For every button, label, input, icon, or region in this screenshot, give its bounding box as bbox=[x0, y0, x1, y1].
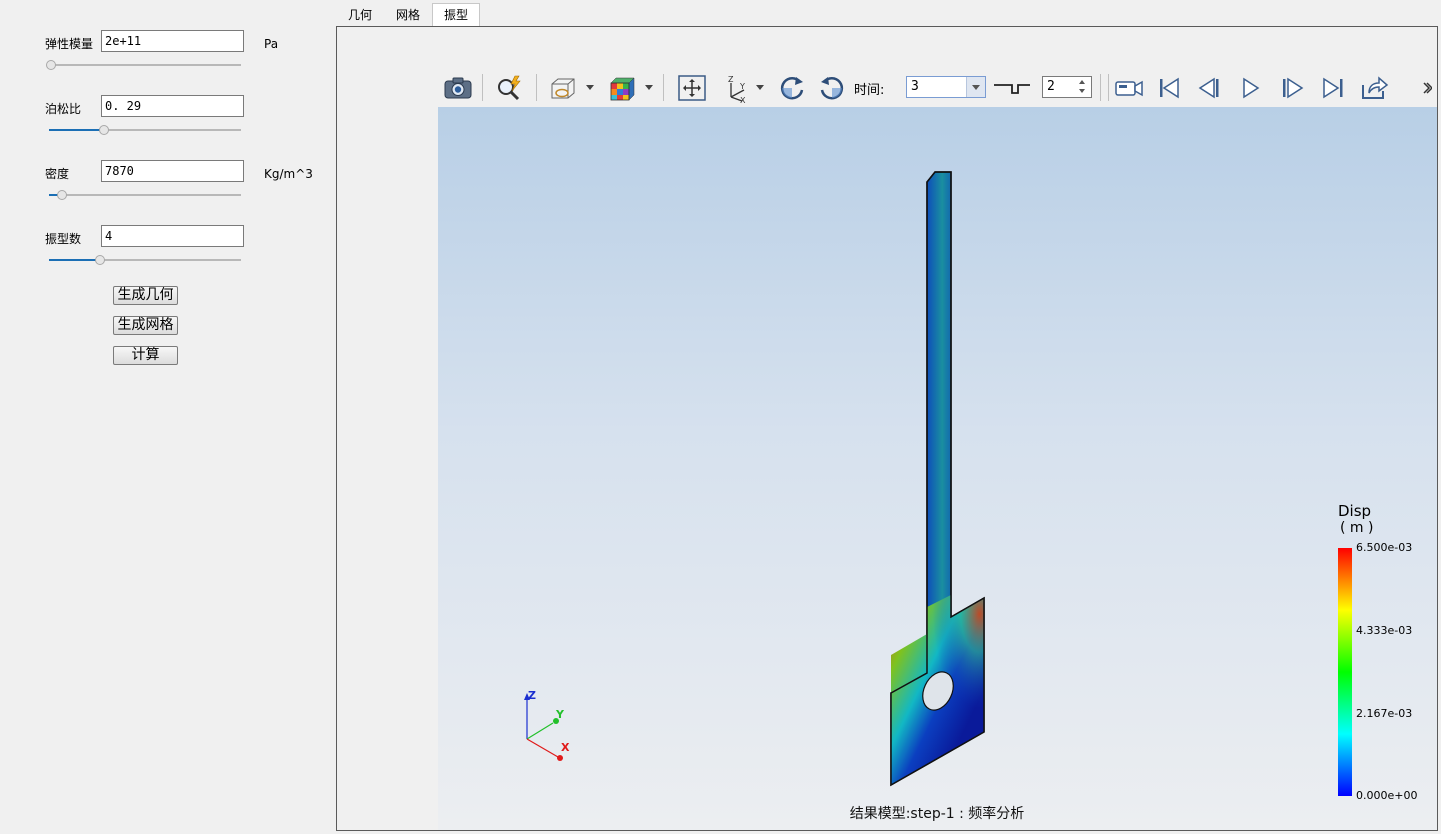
density-input[interactable] bbox=[101, 160, 244, 182]
legend-tick-2: 4.333e-03 bbox=[1356, 624, 1412, 637]
view-toolbar: ZYX 时间: 3 2 bbox=[438, 68, 1437, 107]
prev-frame-icon[interactable] bbox=[1193, 68, 1227, 107]
axis-z-label: Z bbox=[528, 689, 536, 702]
compute-button[interactable]: 计算 bbox=[113, 346, 178, 365]
mode-shape-model bbox=[890, 171, 985, 787]
legend-title: Disp bbox=[1338, 502, 1371, 520]
poisson-input[interactable] bbox=[101, 95, 244, 117]
modulus-slider[interactable] bbox=[46, 59, 241, 71]
modulus-unit: Pa bbox=[264, 37, 279, 51]
poisson-slider[interactable] bbox=[49, 124, 241, 136]
poisson-slider-thumb[interactable] bbox=[98, 125, 109, 135]
time-select[interactable]: 3 bbox=[906, 76, 986, 98]
tab-mode-shape[interactable]: 振型 bbox=[432, 3, 480, 28]
density-label: 密度 bbox=[45, 167, 70, 181]
spin-up-icon[interactable] bbox=[1079, 80, 1085, 84]
step-spinbox-value: 2 bbox=[1047, 79, 1055, 94]
first-frame-icon[interactable] bbox=[1152, 68, 1186, 107]
spin-down-icon[interactable] bbox=[1079, 89, 1085, 93]
color-cube-icon[interactable] bbox=[604, 68, 640, 107]
modes-slider[interactable] bbox=[49, 254, 241, 266]
next-frame-icon[interactable] bbox=[1275, 68, 1309, 107]
camera-icon[interactable] bbox=[440, 68, 476, 107]
density-slider-thumb[interactable] bbox=[57, 190, 68, 200]
generate-geometry-button[interactable]: 生成几何 bbox=[113, 286, 178, 305]
svg-text:Y: Y bbox=[739, 82, 745, 91]
rotate-cw-icon[interactable] bbox=[774, 68, 810, 107]
fit-view-icon[interactable] bbox=[674, 68, 710, 107]
axes-dropdown-caret[interactable] bbox=[756, 85, 764, 90]
modes-label: 振型数 bbox=[45, 232, 82, 246]
time-label: 时间: bbox=[854, 83, 885, 98]
axis-y-label: Y bbox=[555, 708, 565, 721]
modes-slider-thumb[interactable] bbox=[94, 255, 105, 265]
density-slider[interactable] bbox=[49, 189, 241, 201]
axes-icon[interactable]: ZYX bbox=[718, 68, 752, 107]
color-legend: Disp ( m ) 6.500e-03 4.333e-03 2.167e-03… bbox=[1338, 502, 1417, 802]
last-frame-icon[interactable] bbox=[1316, 68, 1350, 107]
rotate-ccw-icon[interactable] bbox=[814, 68, 850, 107]
legend-unit: ( m ) bbox=[1340, 520, 1373, 536]
time-select-value: 3 bbox=[911, 79, 919, 94]
play-icon[interactable] bbox=[1234, 68, 1268, 107]
density-unit: Kg/m^3 bbox=[264, 167, 313, 181]
time-select-arrow[interactable] bbox=[966, 77, 985, 97]
legend-colorbar bbox=[1338, 548, 1352, 796]
toolbar-overflow-icon[interactable] bbox=[1420, 68, 1434, 107]
axis-x-label: X bbox=[561, 741, 570, 754]
svg-text:Z: Z bbox=[728, 75, 734, 84]
zoom-icon[interactable] bbox=[491, 68, 527, 107]
export-icon[interactable] bbox=[1356, 68, 1392, 107]
legend-tick-min: 0.000e+00 bbox=[1356, 789, 1417, 802]
tab-geometry[interactable]: 几何 bbox=[338, 4, 382, 26]
result-caption: 结果模型:step-1 : 频率分析 bbox=[850, 805, 1025, 822]
generate-mesh-button[interactable]: 生成网格 bbox=[113, 316, 178, 335]
modulus-label: 弹性模量 bbox=[45, 37, 94, 51]
modulus-input[interactable] bbox=[101, 30, 244, 52]
axis-triad: Z Y X bbox=[524, 689, 570, 761]
3d-viewport[interactable]: Z Y X Disp ( m ) 6.500e-03 4.333e-03 2.1… bbox=[438, 107, 1437, 830]
poisson-label: 泊松比 bbox=[45, 102, 82, 116]
color-dropdown-caret[interactable] bbox=[645, 85, 653, 90]
legend-tick-1: 2.167e-03 bbox=[1356, 707, 1412, 720]
clip-dropdown-caret[interactable] bbox=[586, 85, 594, 90]
record-icon[interactable] bbox=[1111, 68, 1147, 107]
modulus-slider-thumb[interactable] bbox=[46, 60, 56, 70]
svg-text:X: X bbox=[740, 96, 746, 103]
chevron-down-icon bbox=[972, 85, 980, 90]
clip-box-icon[interactable] bbox=[544, 68, 580, 107]
legend-tick-max: 6.500e-03 bbox=[1356, 541, 1412, 554]
tab-mesh[interactable]: 网格 bbox=[386, 4, 430, 26]
modes-input[interactable] bbox=[101, 225, 244, 247]
step-icon bbox=[991, 68, 1033, 107]
step-spinbox[interactable]: 2 bbox=[1042, 76, 1092, 98]
